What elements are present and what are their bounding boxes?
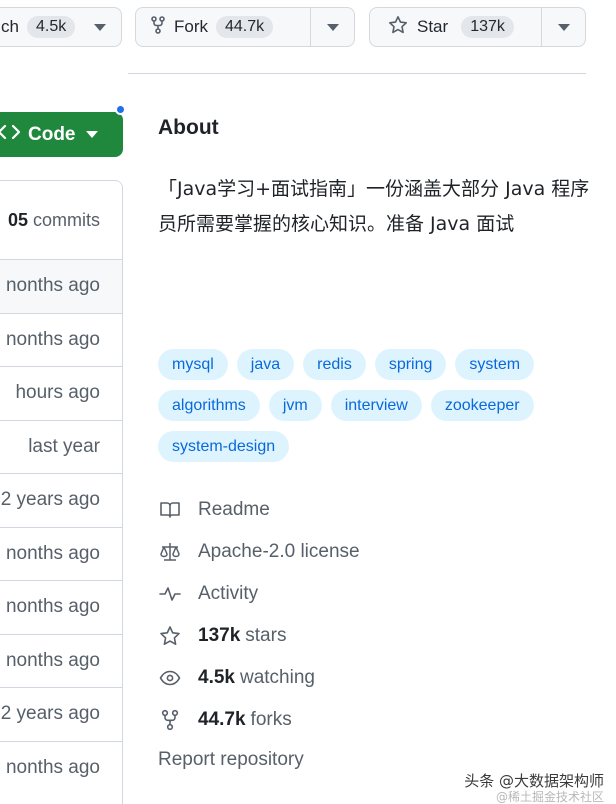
watch-button-group: ch 4.5k (0, 7, 122, 47)
watch-dropdown-button[interactable] (85, 8, 115, 46)
code-button[interactable]: Code (0, 112, 123, 157)
file-row-time: hours ago (0, 366, 122, 420)
star-icon (158, 624, 182, 648)
commits-label: commits (33, 209, 100, 230)
fork-dropdown-button[interactable] (310, 8, 354, 46)
file-row-time: 2 years ago (0, 473, 122, 527)
topic-tag[interactable]: algorithms (158, 390, 260, 421)
topic-tag[interactable]: system (455, 349, 535, 380)
chevron-down-icon (94, 23, 107, 31)
readme-link[interactable]: Readme (158, 489, 360, 531)
file-row-time: nonths ago (0, 580, 122, 634)
law-icon (158, 540, 182, 564)
topic-tag[interactable]: mysql (158, 349, 228, 380)
file-row-time: nonths ago (0, 633, 122, 688)
star-icon (388, 15, 408, 40)
star-button[interactable]: Star 137k (370, 8, 541, 46)
license-label: Apache-2.0 license (198, 541, 360, 562)
file-row-time: nonths ago (0, 259, 122, 313)
activity-link[interactable]: Activity (158, 573, 360, 615)
activity-label: Activity (198, 583, 259, 604)
star-label: Star (417, 17, 449, 36)
watchers-link[interactable]: 4.5k watching (158, 657, 360, 699)
commits-count: 05 (7, 209, 28, 230)
topic-tag[interactable]: system-design (158, 431, 290, 462)
topic-tag[interactable]: spring (374, 349, 447, 380)
book-icon (158, 498, 182, 522)
commits-link[interactable]: 05 commits (0, 181, 122, 259)
topics-list: mysql java redis spring system algorithm… (158, 349, 598, 462)
watch-button[interactable]: ch 4.5k (0, 8, 85, 46)
forks-count: 44.7k (198, 709, 246, 730)
report-repository-link[interactable]: Report repository (158, 749, 304, 771)
eye-icon (158, 666, 182, 690)
about-heading: About (158, 116, 219, 139)
watch-count: 4.5k (26, 16, 76, 38)
fork-button[interactable]: Fork 44.7k (136, 8, 310, 46)
fork-count: 44.7k (216, 16, 274, 38)
file-row-time: last year (0, 419, 122, 474)
file-row-time: 2 years ago (0, 687, 122, 741)
star-button-group: Star 137k (369, 7, 586, 47)
chevron-down-icon (557, 23, 570, 31)
topic-tag[interactable]: redis (303, 349, 366, 380)
file-row-time: nonths ago (0, 312, 122, 367)
file-row-time: nonths ago (0, 526, 122, 581)
star-dropdown-button[interactable] (541, 8, 585, 46)
watching-label: watching (239, 667, 315, 688)
repo-forked-icon (150, 15, 166, 39)
forks-label: forks (250, 709, 292, 730)
pulse-icon (158, 582, 182, 606)
star-count: 137k (461, 16, 514, 38)
topic-tag[interactable]: jvm (268, 390, 322, 421)
code-icon (0, 124, 21, 146)
watching-count: 4.5k (198, 667, 235, 688)
topic-tag[interactable]: zookeeper (430, 390, 534, 421)
forks-link[interactable]: 44.7k forks (158, 699, 360, 741)
file-list: 05 commits nonths ago nonths ago hours a… (0, 180, 123, 804)
stars-link[interactable]: 137k stars (158, 615, 360, 657)
topic-tag[interactable]: interview (330, 390, 422, 421)
about-meta-list: Readme Apache-2.0 license Activity 137k … (158, 489, 360, 741)
watch-label: ch (1, 17, 19, 36)
stars-count: 137k (198, 625, 241, 646)
license-link[interactable]: Apache-2.0 license (158, 531, 360, 573)
repo-forked-icon (158, 708, 182, 732)
chevron-down-icon (85, 131, 98, 138)
repo-description: 「Java学习+面试指南」一份涵盖大部分 Java 程序员所需要掌握的核心知识。… (158, 178, 590, 235)
code-button-label: Code (28, 123, 76, 145)
fork-button-group: Fork 44.7k (135, 7, 355, 47)
topic-tag[interactable]: java (236, 349, 295, 380)
readme-label: Readme (198, 499, 270, 520)
watermark-sub: @稀土掘金技术社区 (495, 790, 604, 804)
chevron-down-icon (326, 23, 339, 31)
header-divider (128, 73, 586, 74)
fork-label: Fork (174, 17, 208, 36)
file-row-time: nonths ago (0, 740, 122, 795)
notification-dot (115, 104, 126, 115)
stars-label: stars (245, 625, 287, 646)
